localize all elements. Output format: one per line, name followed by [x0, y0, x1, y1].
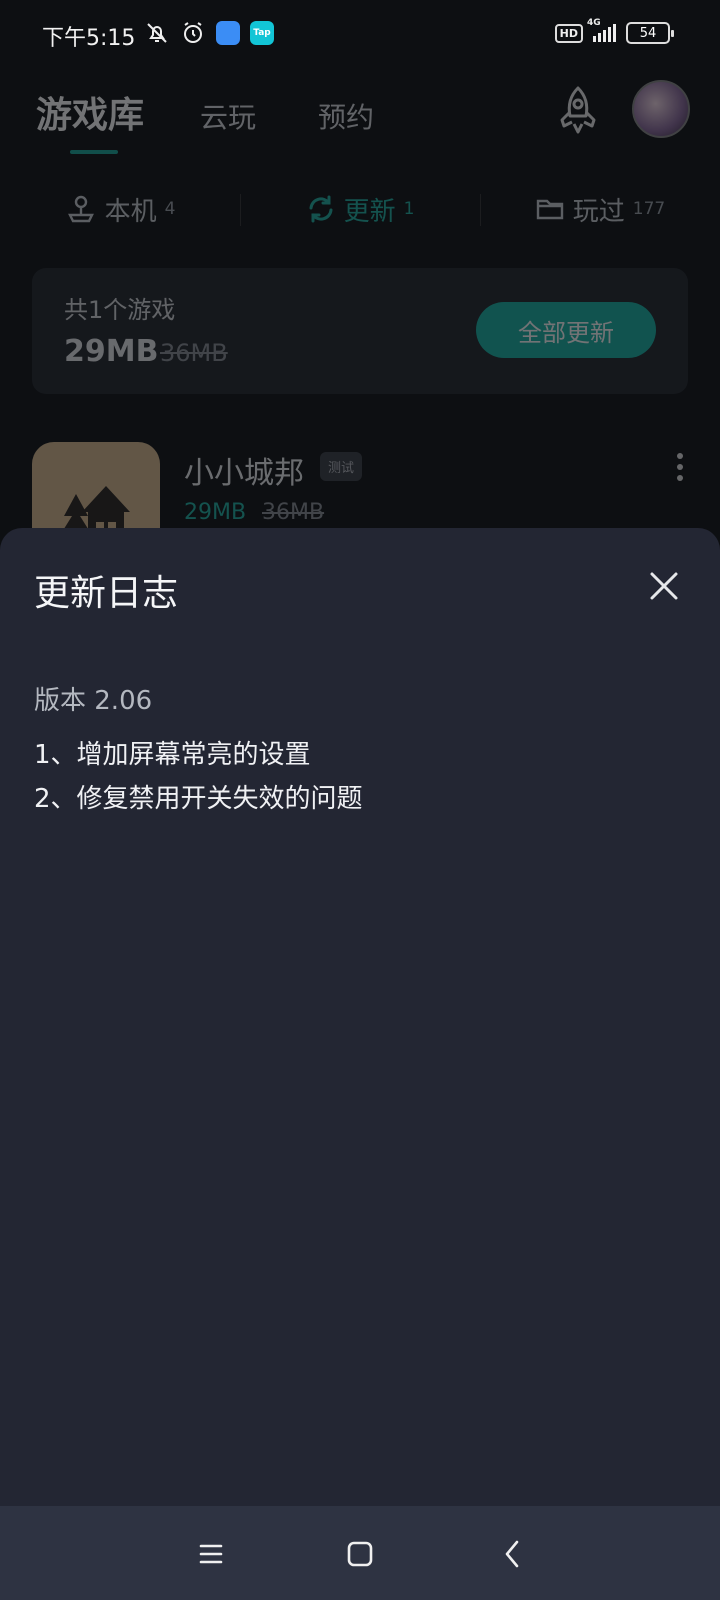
summary-old-size: 36MB	[160, 339, 228, 367]
tap-app-icon: Tap	[250, 21, 274, 45]
changelog-note: 2、修复禁用开关失效的问题	[34, 784, 363, 814]
tab-library[interactable]: 游戏库	[36, 86, 144, 154]
divider	[480, 194, 481, 226]
more-icon[interactable]	[674, 452, 686, 482]
tab-cloud[interactable]: 云玩	[200, 96, 256, 138]
game-old-size: 36MB	[262, 500, 325, 525]
home-icon[interactable]	[342, 1536, 378, 1572]
changelog-note: 1、增加屏幕常亮的设置	[34, 740, 311, 770]
battery-indicator: 54	[626, 22, 674, 44]
sheet-title: 更新日志	[34, 573, 179, 614]
game-tag: 测试	[320, 452, 363, 481]
close-icon[interactable]	[644, 566, 684, 606]
changelog-sheet: 更新日志 版本 2.06 1、增加屏幕常亮的设置 2、修复禁用开关失效的问题	[0, 528, 720, 1506]
tab-updates-count: 1	[403, 199, 415, 219]
tab-local[interactable]: 本机 4	[0, 186, 240, 232]
sub-tabs: 本机 4 更新 1 玩过 177	[0, 186, 720, 232]
game-name: 小小城邦	[184, 456, 304, 491]
joystick-icon	[67, 195, 94, 223]
summary-count: 共1个游戏	[64, 296, 176, 324]
tab-local-count: 4	[164, 199, 176, 219]
top-tabs: 游戏库 云玩 预约	[36, 86, 436, 154]
status-right: HD 4G 54	[554, 18, 674, 44]
tab-reserve[interactable]: 预约	[318, 96, 374, 138]
tab-updates[interactable]: 更新 1	[240, 186, 480, 232]
signal-icon: 4G	[587, 18, 616, 42]
status-bar: 下午5:15 Tap HD 4G 54	[0, 0, 720, 70]
version-label: 版本 2.06	[34, 686, 153, 716]
tab-played[interactable]: 玩过 177	[480, 186, 720, 232]
refresh-icon	[309, 195, 333, 223]
game-size: 29MB	[184, 500, 247, 525]
hd-badge: HD	[554, 23, 583, 43]
alarm-icon	[180, 20, 206, 46]
avatar[interactable]	[632, 80, 690, 138]
folder-icon	[536, 199, 563, 220]
back-icon[interactable]	[494, 1536, 530, 1572]
status-time: 下午5:15	[42, 26, 136, 51]
messaging-app-icon	[216, 21, 240, 45]
update-summary-card: 共1个游戏 29MB 36MB 全部更新	[32, 268, 688, 394]
tab-updates-label: 更新	[343, 196, 396, 227]
update-all-button[interactable]: 全部更新	[476, 302, 656, 358]
menu-icon[interactable]	[193, 1536, 229, 1572]
summary-size: 29MB	[64, 334, 159, 369]
tab-played-count: 177	[632, 199, 666, 219]
network-type: 4G	[587, 18, 601, 28]
tab-played-label: 玩过	[572, 196, 625, 227]
status-icons-left: Tap	[144, 20, 274, 46]
system-nav-bar	[0, 1506, 720, 1600]
rocket-icon[interactable]	[552, 84, 604, 136]
divider	[240, 194, 241, 226]
mute-icon	[144, 20, 170, 46]
tab-local-label: 本机	[104, 196, 157, 227]
